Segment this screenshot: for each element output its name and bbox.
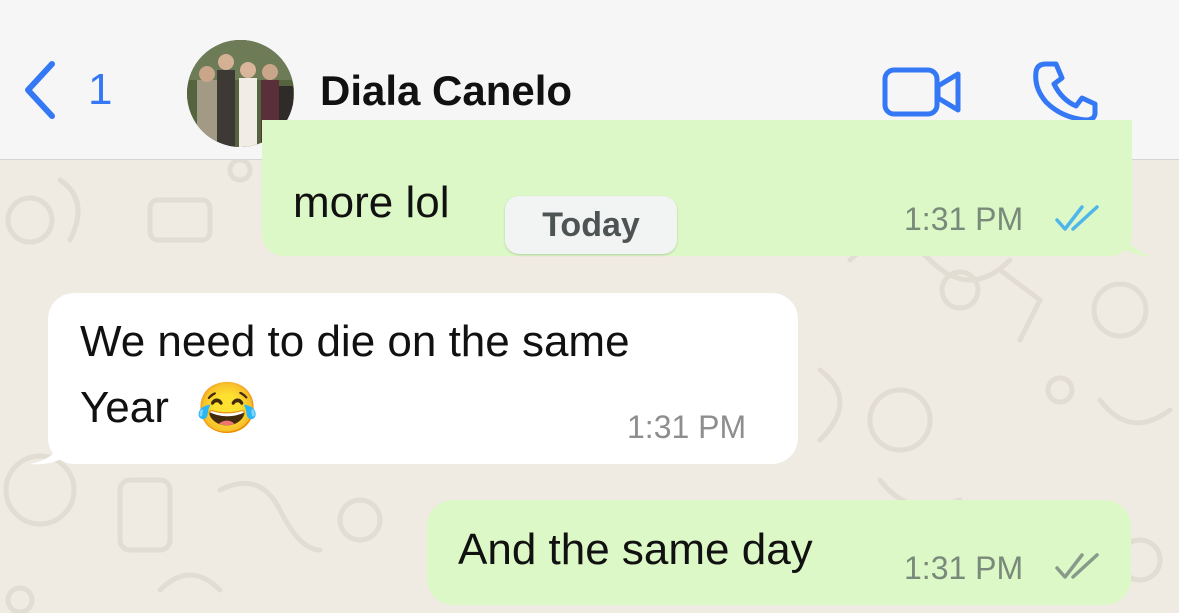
date-separator: Today [505,196,677,254]
message-text: And the same day [458,525,813,574]
back-button[interactable]: 1 [22,60,112,120]
message-text-line-1: We need to die on the same [80,317,630,366]
video-camera-icon [882,67,961,117]
message-text: more lol [293,178,450,227]
message-time: 1:31 PM [904,201,1024,237]
double-check-icon [1055,553,1099,579]
laughing-emoji: 😂 [196,380,259,436]
contact-name[interactable]: Diala Canelo [320,70,572,112]
chevron-left-icon [25,61,55,119]
video-call-button[interactable] [882,66,962,123]
double-check-icon [1055,205,1099,231]
message-time: 1:31 PM [627,409,747,445]
unread-count: 1 [88,65,113,114]
message-time: 1:31 PM [904,550,1024,586]
bubble-tail [1120,222,1152,256]
voice-call-button[interactable] [1032,60,1098,127]
phone-icon [1033,61,1098,123]
message-text-line-2: Year [80,383,169,432]
bubble-tail [30,432,66,465]
